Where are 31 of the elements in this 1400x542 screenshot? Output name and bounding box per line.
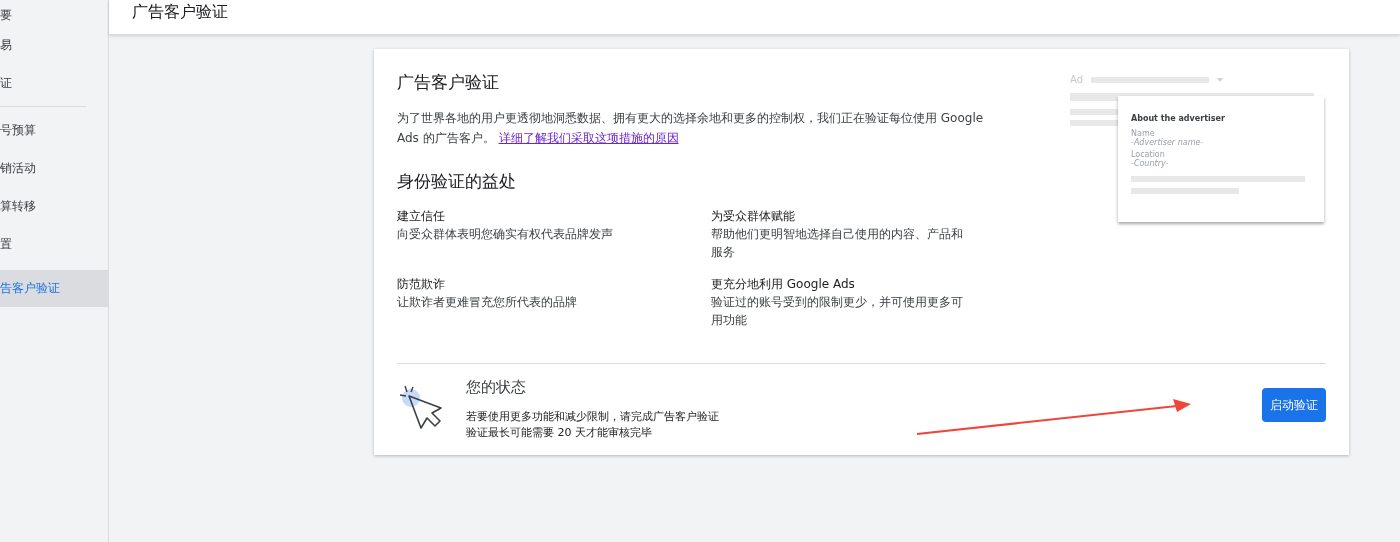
sidebar-item[interactable]: 证: [0, 68, 108, 106]
sidebar-item[interactable]: 要: [0, 0, 108, 30]
learn-more-link[interactable]: 详细了解我们采取这项措施的原因: [498, 131, 679, 145]
sidebar-item[interactable]: 易: [0, 30, 108, 68]
status-title: 您的状态: [466, 378, 527, 397]
benefit-text: 让欺诈者更难冒充您所代表的品牌: [397, 294, 578, 311]
page-title: 广告客户验证: [132, 2, 228, 21]
status-text: 验证最长可能需要 20 天才能审核完毕: [466, 425, 653, 441]
field-value: -Advertiser name-: [1131, 138, 1205, 147]
start-verification-button[interactable]: 启动验证: [1262, 388, 1326, 422]
cursor-click-icon: [397, 384, 445, 432]
field-label: Name: [1131, 129, 1156, 138]
benefit-title: 建立信任: [397, 208, 446, 225]
sidebar-item[interactable]: 算转移: [0, 191, 108, 229]
sidebar-item[interactable]: 销活动: [0, 153, 108, 191]
benefit-title: 更充分地利用 Google Ads: [711, 276, 856, 293]
benefit-text: 向受众群体表明您确实有权代表品牌发声: [397, 226, 614, 243]
sidebar-item[interactable]: 置: [0, 229, 108, 267]
benefit-text: 验证过的账号受到的限制更少，并可使用更多可用功能: [711, 294, 964, 329]
card-title: 广告客户验证: [397, 71, 500, 94]
benefit-title: 为受众群体赋能: [711, 208, 796, 225]
benefits-heading: 身份验证的益处: [397, 170, 517, 193]
intro-paragraph: 为了世界各地的用户更透彻地洞悉数据、拥有更大的选择余地和更多的控制权，我们正在验证每位使用 Google Ads 的广告客户。 详细了解我们采取这项措施的原因: [397, 110, 985, 147]
benefit-title: 防范欺诈: [397, 276, 446, 293]
benefit-text: 帮助他们更明智地选择自己使用的内容、产品和服务: [711, 226, 964, 261]
status-text: 若要使用更多功能和减少限制，请完成广告客户验证: [466, 409, 719, 425]
sidebar-item[interactable]: 号预算: [0, 115, 108, 153]
panel-title: About the advertiser: [1131, 114, 1226, 123]
field-value: -Country-: [1131, 159, 1170, 168]
field-label: Location: [1131, 150, 1166, 159]
dropdown-caret-icon: [1217, 77, 1223, 82]
